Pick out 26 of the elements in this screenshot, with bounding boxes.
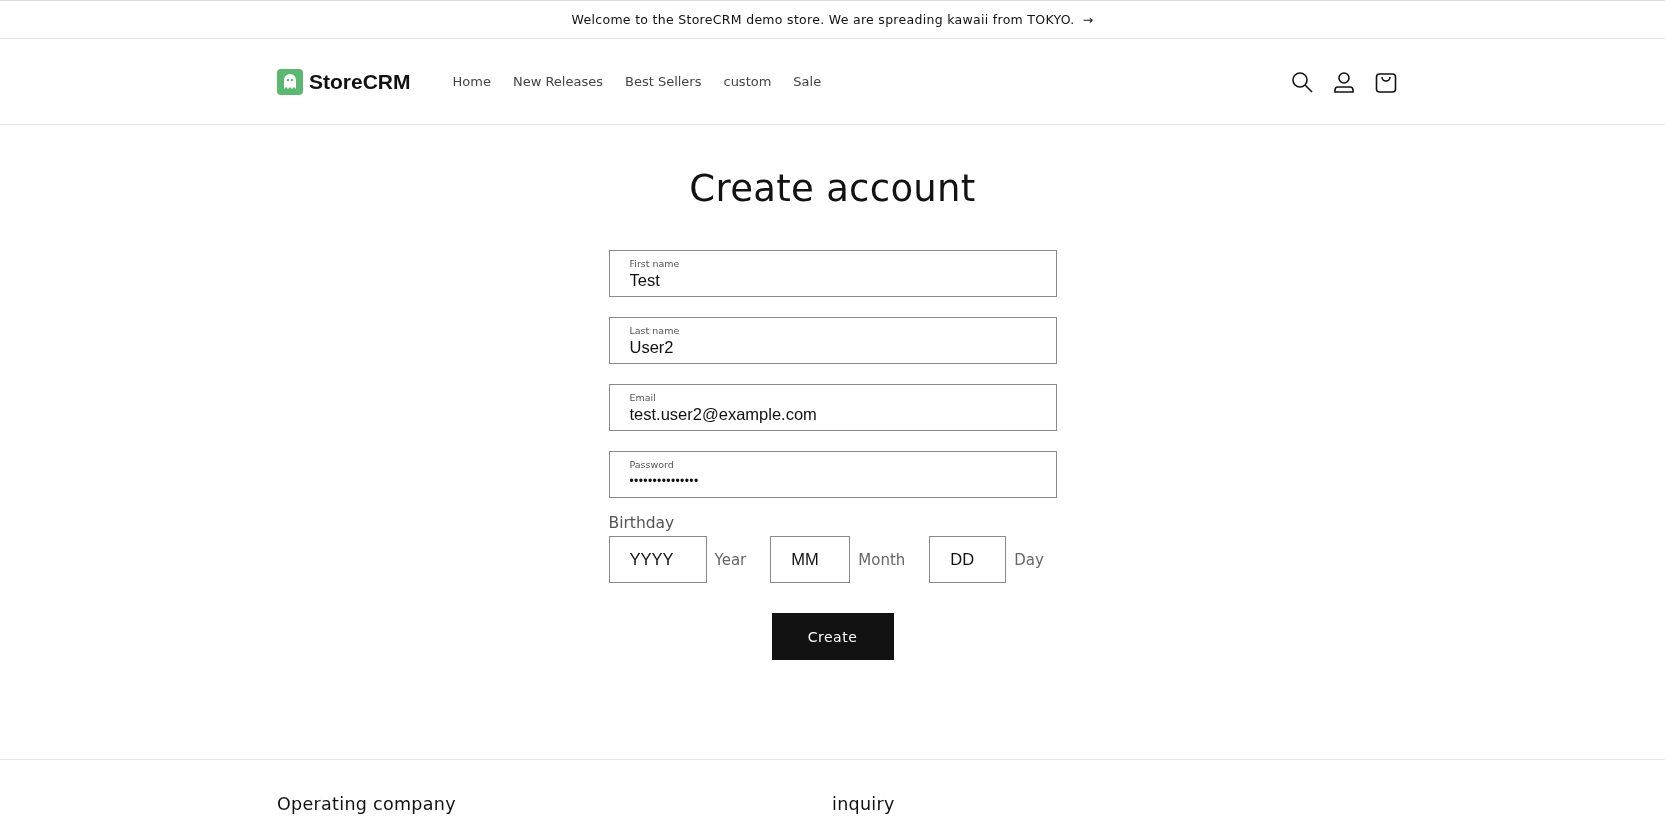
announcement-text: Welcome to the StoreCRM demo store. We are spreading kawaii from TOKYO. <box>571 12 1075 27</box>
date-unit-label: Year <box>714 550 747 569</box>
nav-link[interactable]: New Releases <box>512 74 603 89</box>
account-icon[interactable] <box>1333 70 1355 93</box>
arrow-link[interactable]: → <box>1082 12 1094 27</box>
footer-heading: inquiry <box>832 794 895 814</box>
birthday-label: Birthday <box>608 514 676 532</box>
footer-heading: Operating company <box>277 794 457 814</box>
input-field[interactable]: Password ••••••••••••••• <box>608 451 1057 498</box>
page-title: Create account <box>689 167 976 210</box>
date-input-field[interactable]: YYYY <box>608 536 707 583</box>
date-input-field[interactable]: DD <box>929 536 1007 583</box>
input-field[interactable]: Last name User2 <box>608 317 1057 364</box>
search-icon[interactable] <box>1291 70 1313 93</box>
nav-link[interactable]: Home <box>452 74 491 89</box>
input-field[interactable]: First name Test <box>608 250 1057 297</box>
create-button[interactable]: Create <box>771 613 894 660</box>
nav-link[interactable]: Sale <box>793 74 822 89</box>
date-input-field[interactable]: MM <box>770 536 851 583</box>
nav-link[interactable]: Best Sellers <box>624 74 702 89</box>
date-unit-label: Day <box>1014 550 1044 569</box>
nav-link[interactable]: custom <box>723 74 772 89</box>
input-field[interactable]: Email test.user2@example.com <box>608 384 1057 431</box>
logo-text[interactable]: StoreCRM <box>309 69 411 94</box>
date-unit-label: Month <box>858 550 906 569</box>
cart-icon[interactable] <box>1375 70 1397 93</box>
